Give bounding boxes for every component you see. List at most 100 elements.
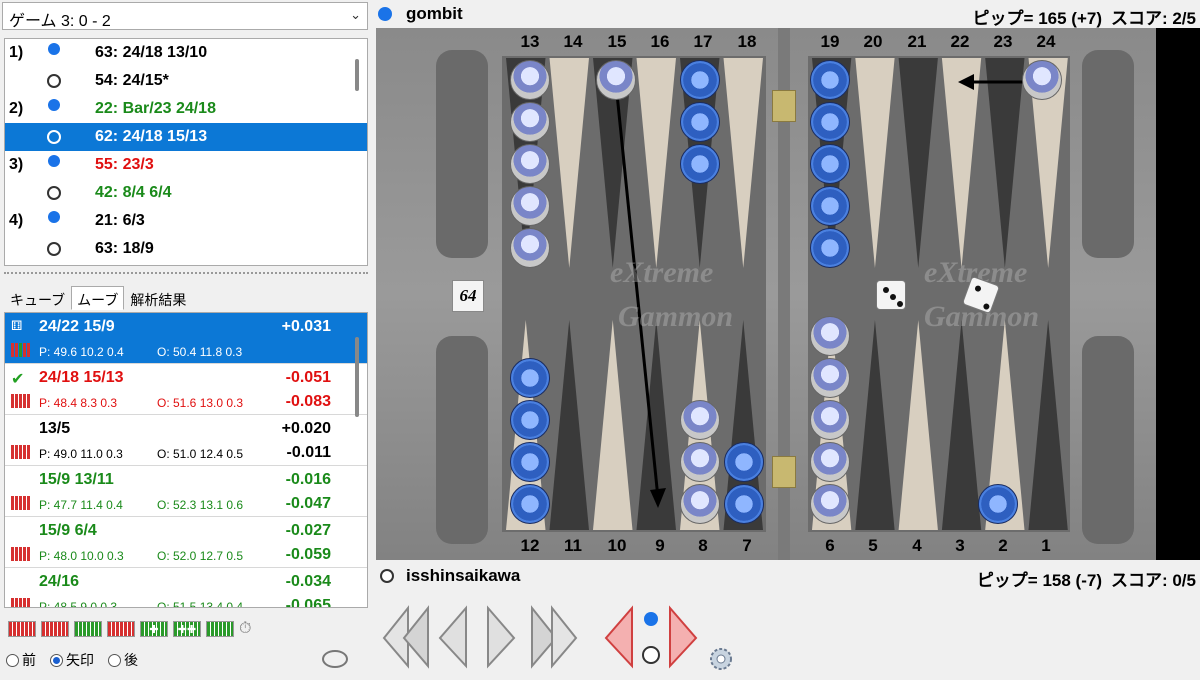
move-row[interactable]: 42: 8/4 6/4 [5,179,367,207]
move-number: 2) [9,100,24,117]
white-checker[interactable] [510,228,550,268]
moves-list[interactable]: 1) 63: 24/18 13/10 54: 24/15* 2) 22: Bar/23 … [4,38,368,266]
white-checker[interactable] [810,484,850,524]
backgammon-board[interactable]: 64 eXtreme Gammon eXtreme Gammon 13 14 15 1… [376,28,1200,560]
white-checker[interactable] [810,358,850,398]
radio-option[interactable]: 前 [6,650,36,670]
last-move-button[interactable] [526,600,586,670]
white-player-dot [380,569,394,583]
prev-move-button[interactable] [434,600,474,670]
bottom-player-pip: ピップ= 158 (-7) [976,571,1102,590]
white-checker[interactable] [680,484,720,524]
tab-2[interactable]: 解析結果 [124,286,192,310]
blue-checker[interactable] [724,484,764,524]
point-number-bottom: 12 [520,536,540,555]
board-graphics[interactable] [376,28,1156,560]
splitter[interactable] [4,272,368,274]
analysis-move: 24/18 15/13 [39,369,124,386]
next-player-button[interactable] [664,600,704,670]
blue-checker[interactable] [978,484,1018,524]
moves-scrollbar[interactable] [355,59,359,91]
radio-option[interactable]: 矢印 [50,650,94,670]
move-row[interactable]: 63: 18/9 [5,235,367,263]
analysis-row[interactable]: 15/9 13/11 -0.016 -0.047 P: 47.7 11.4 0.4 O:… [5,466,367,517]
blue-checker[interactable] [510,358,550,398]
radio-circle[interactable] [50,653,63,667]
doubling-cube[interactable]: 64 [452,280,484,312]
move-row[interactable]: 1) 63: 24/18 13/10 [5,39,367,67]
legend-icon-3[interactable] [74,621,102,637]
point-number-top: 21 [907,32,927,51]
white-checker[interactable] [510,102,550,142]
game-select[interactable]: ゲーム 3: 0 - 2 ⌄ [2,2,368,30]
white-checker[interactable] [810,316,850,356]
blue-checker[interactable] [680,144,720,184]
move-row[interactable]: 2) 22: Bar/23 24/18 [5,95,367,123]
move-text: 54: 24/15* [95,72,169,89]
analysis-row[interactable]: ✔ 24/18 15/13 -0.051 -0.083 P: 48.4 8.3 0.3 O… [5,364,367,415]
speech-bubble-icon[interactable] [322,650,348,668]
blue-checker[interactable] [810,144,850,184]
top-player-pip: ピップ= 165 (+7) [972,9,1102,28]
legend-icon-5[interactable]: ✚ [140,621,168,637]
analysis-list[interactable]: ⚅ 24/22 15/9 +0.031 P: 49.6 10.2 0.4 O: 50.4… [4,312,368,608]
white-checker[interactable] [680,442,720,482]
analysis-row[interactable]: ⚅ 24/22 15/9 +0.031 P: 49.6 10.2 0.4 O: 50.4… [5,313,367,364]
legend-icon-4[interactable] [107,621,135,637]
point-number-bottom: 1 [1041,536,1051,555]
white-checker[interactable] [596,60,636,100]
move-row[interactable]: 4) 21: 6/3 [5,207,367,235]
point-number-bottom: 8 [698,536,708,555]
white-checker[interactable] [1022,60,1062,100]
radio-circle[interactable] [6,653,19,667]
blue-checker[interactable] [810,60,850,100]
legend-icon-6[interactable]: ✚✚ [173,621,201,637]
blue-player-marker [48,99,60,111]
tab-1[interactable]: ムーブ [71,286,125,310]
next-move-button[interactable] [482,600,522,670]
prev-player-button[interactable] [600,600,640,670]
white-checker[interactable] [680,400,720,440]
white-checker[interactable] [510,60,550,100]
move-row[interactable]: 62: 24/18 15/13 [5,123,367,151]
analysis-move: 13/5 [39,420,71,437]
white-checker[interactable] [810,400,850,440]
blue-checker[interactable] [680,102,720,142]
equity-bars-icon [11,445,35,459]
analysis-scrollbar[interactable] [355,337,359,417]
analysis-row[interactable]: 13/5 +0.020 -0.011 P: 49.0 11.0 0.3 O: 51.0 … [5,415,367,466]
white-checker[interactable] [510,144,550,184]
opponent-probabilities: O: 51.0 12.4 0.5 [157,447,244,461]
chevron-down-icon: ⌄ [350,7,361,22]
settings-gear-icon[interactable] [706,644,736,674]
legend-icon-2[interactable] [41,621,69,637]
analysis-row[interactable]: 15/9 6/4 -0.027 -0.059 P: 48.0 10.0 0.3 O: 5… [5,517,367,568]
radio-option[interactable]: 後 [108,650,138,670]
blue-checker[interactable] [724,442,764,482]
blue-checker[interactable] [810,228,850,268]
move-text: 63: 24/18 13/10 [95,44,208,61]
analysis-equity: -0.027 [285,522,331,539]
blue-checker[interactable] [510,400,550,440]
stopwatch-icon[interactable]: ⏱ [239,620,251,638]
legend-icon-1[interactable] [8,621,36,637]
opponent-probabilities: O: 50.4 11.8 0.3 [157,345,243,359]
first-move-button[interactable] [378,600,438,670]
analysis-row[interactable]: 24/16 -0.034 -0.065 P: 48.5 9.0 0.3 O: 51.5 … [5,568,367,607]
opponent-probabilities: O: 52.3 13.1 0.6 [157,498,244,512]
blue-checker[interactable] [510,484,550,524]
tab-0[interactable]: キューブ [4,286,71,310]
white-checker[interactable] [510,186,550,226]
move-row[interactable]: 54: 24/15* [5,67,367,95]
move-row[interactable]: 3) 55: 23/3 [5,151,367,179]
bottom-player-name: isshinsaikawa [406,566,521,585]
blue-checker[interactable] [810,186,850,226]
white-checker[interactable] [810,442,850,482]
analysis-equity-diff: -0.011 [286,444,331,461]
blue-checker[interactable] [680,60,720,100]
legend-icon-7[interactable] [206,621,234,637]
radio-circle[interactable] [108,653,121,667]
blue-checker[interactable] [510,442,550,482]
top-player-name: gombit [406,4,463,23]
blue-checker[interactable] [810,102,850,142]
